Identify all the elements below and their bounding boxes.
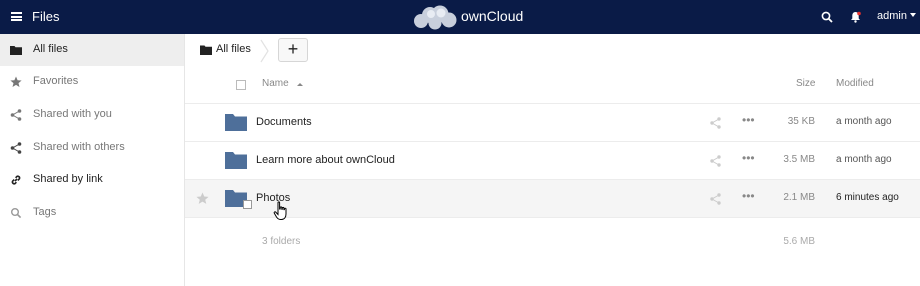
share-icon[interactable] [710,193,721,205]
more-actions-icon[interactable]: ••• [742,152,756,166]
folder-icon [10,46,22,55]
home-folder-icon[interactable] [200,45,212,55]
app-title[interactable]: Files [32,9,59,24]
total-size: 5.6 MB [783,236,815,247]
file-modified: 6 minutes ago [836,192,899,203]
column-header-size[interactable]: Size [796,78,815,89]
notifications-bell-icon[interactable] [850,11,861,23]
sidebar-item-favorites[interactable]: Favorites [0,66,184,98]
link-icon [11,175,21,185]
new-file-button[interactable]: + [278,38,308,62]
select-all-checkbox[interactable] [236,80,246,90]
table-header: Name Size Modified [185,66,920,104]
sidebar-item-shared-by-link[interactable]: Shared by link [0,164,184,196]
file-size: 35 KB [787,116,815,127]
breadcrumb[interactable]: All files [216,43,251,55]
sidebar-item-shared-with-you[interactable]: Shared with you [0,99,184,131]
sort-ascending-icon [297,83,303,86]
table-row[interactable]: Photos ••• 2.1 MB 6 minutes ago [185,180,920,218]
sidebar-item-label: Tags [33,206,57,218]
user-menu-caret-icon[interactable] [910,13,916,17]
sidebar: All files Favorites Shared with you Shar… [0,34,185,286]
top-header: Files ownCloud admin [0,0,920,34]
sidebar-item-tags[interactable]: Tags [0,197,184,229]
share-icon[interactable] [710,117,721,129]
row-select-checkbox[interactable] [243,200,252,209]
column-header-modified[interactable]: Modified [836,78,874,89]
column-header-name[interactable]: Name [262,78,289,89]
file-size: 3.5 MB [783,154,815,165]
favorite-star-icon[interactable] [196,192,209,205]
sidebar-item-all-files[interactable]: All files [0,34,184,66]
sidebar-item-label: Shared with others [33,141,125,153]
folder-icon[interactable] [225,112,247,132]
owncloud-logo-icon[interactable] [411,4,459,30]
menu-icon[interactable] [11,12,22,21]
file-name[interactable]: Learn more about ownCloud [256,154,395,166]
brand-name: ownCloud [461,8,524,24]
sidebar-item-shared-with-others[interactable]: Shared with others [0,132,184,164]
folder-icon[interactable] [225,150,247,170]
controls-bar: All files + [185,34,920,66]
hand-cursor-icon [273,201,287,220]
file-summary: 3 folders 5.6 MB [185,218,920,258]
table-row[interactable]: Documents ••• 35 KB a month ago [185,104,920,142]
breadcrumb-separator-icon [260,39,269,63]
sidebar-item-label: All files [33,43,68,55]
file-name[interactable]: Documents [256,116,312,128]
user-menu[interactable]: admin [877,10,907,22]
share-icon [10,142,22,154]
sidebar-item-label: Shared by link [33,173,103,185]
share-icon[interactable] [710,155,721,167]
table-row[interactable]: Learn more about ownCloud ••• 3.5 MB a m… [185,142,920,180]
sidebar-item-label: Favorites [33,75,79,87]
file-modified: a month ago [836,116,892,127]
more-actions-icon[interactable]: ••• [742,114,756,128]
more-actions-icon[interactable]: ••• [742,190,756,204]
search-icon[interactable] [821,11,833,23]
tag-icon [11,208,22,219]
file-size: 2.1 MB [783,192,815,203]
star-icon [10,76,22,87]
file-modified: a month ago [836,154,892,165]
sidebar-item-label: Shared with you [33,108,112,120]
folder-count: 3 folders [262,236,301,247]
share-icon [10,109,22,121]
